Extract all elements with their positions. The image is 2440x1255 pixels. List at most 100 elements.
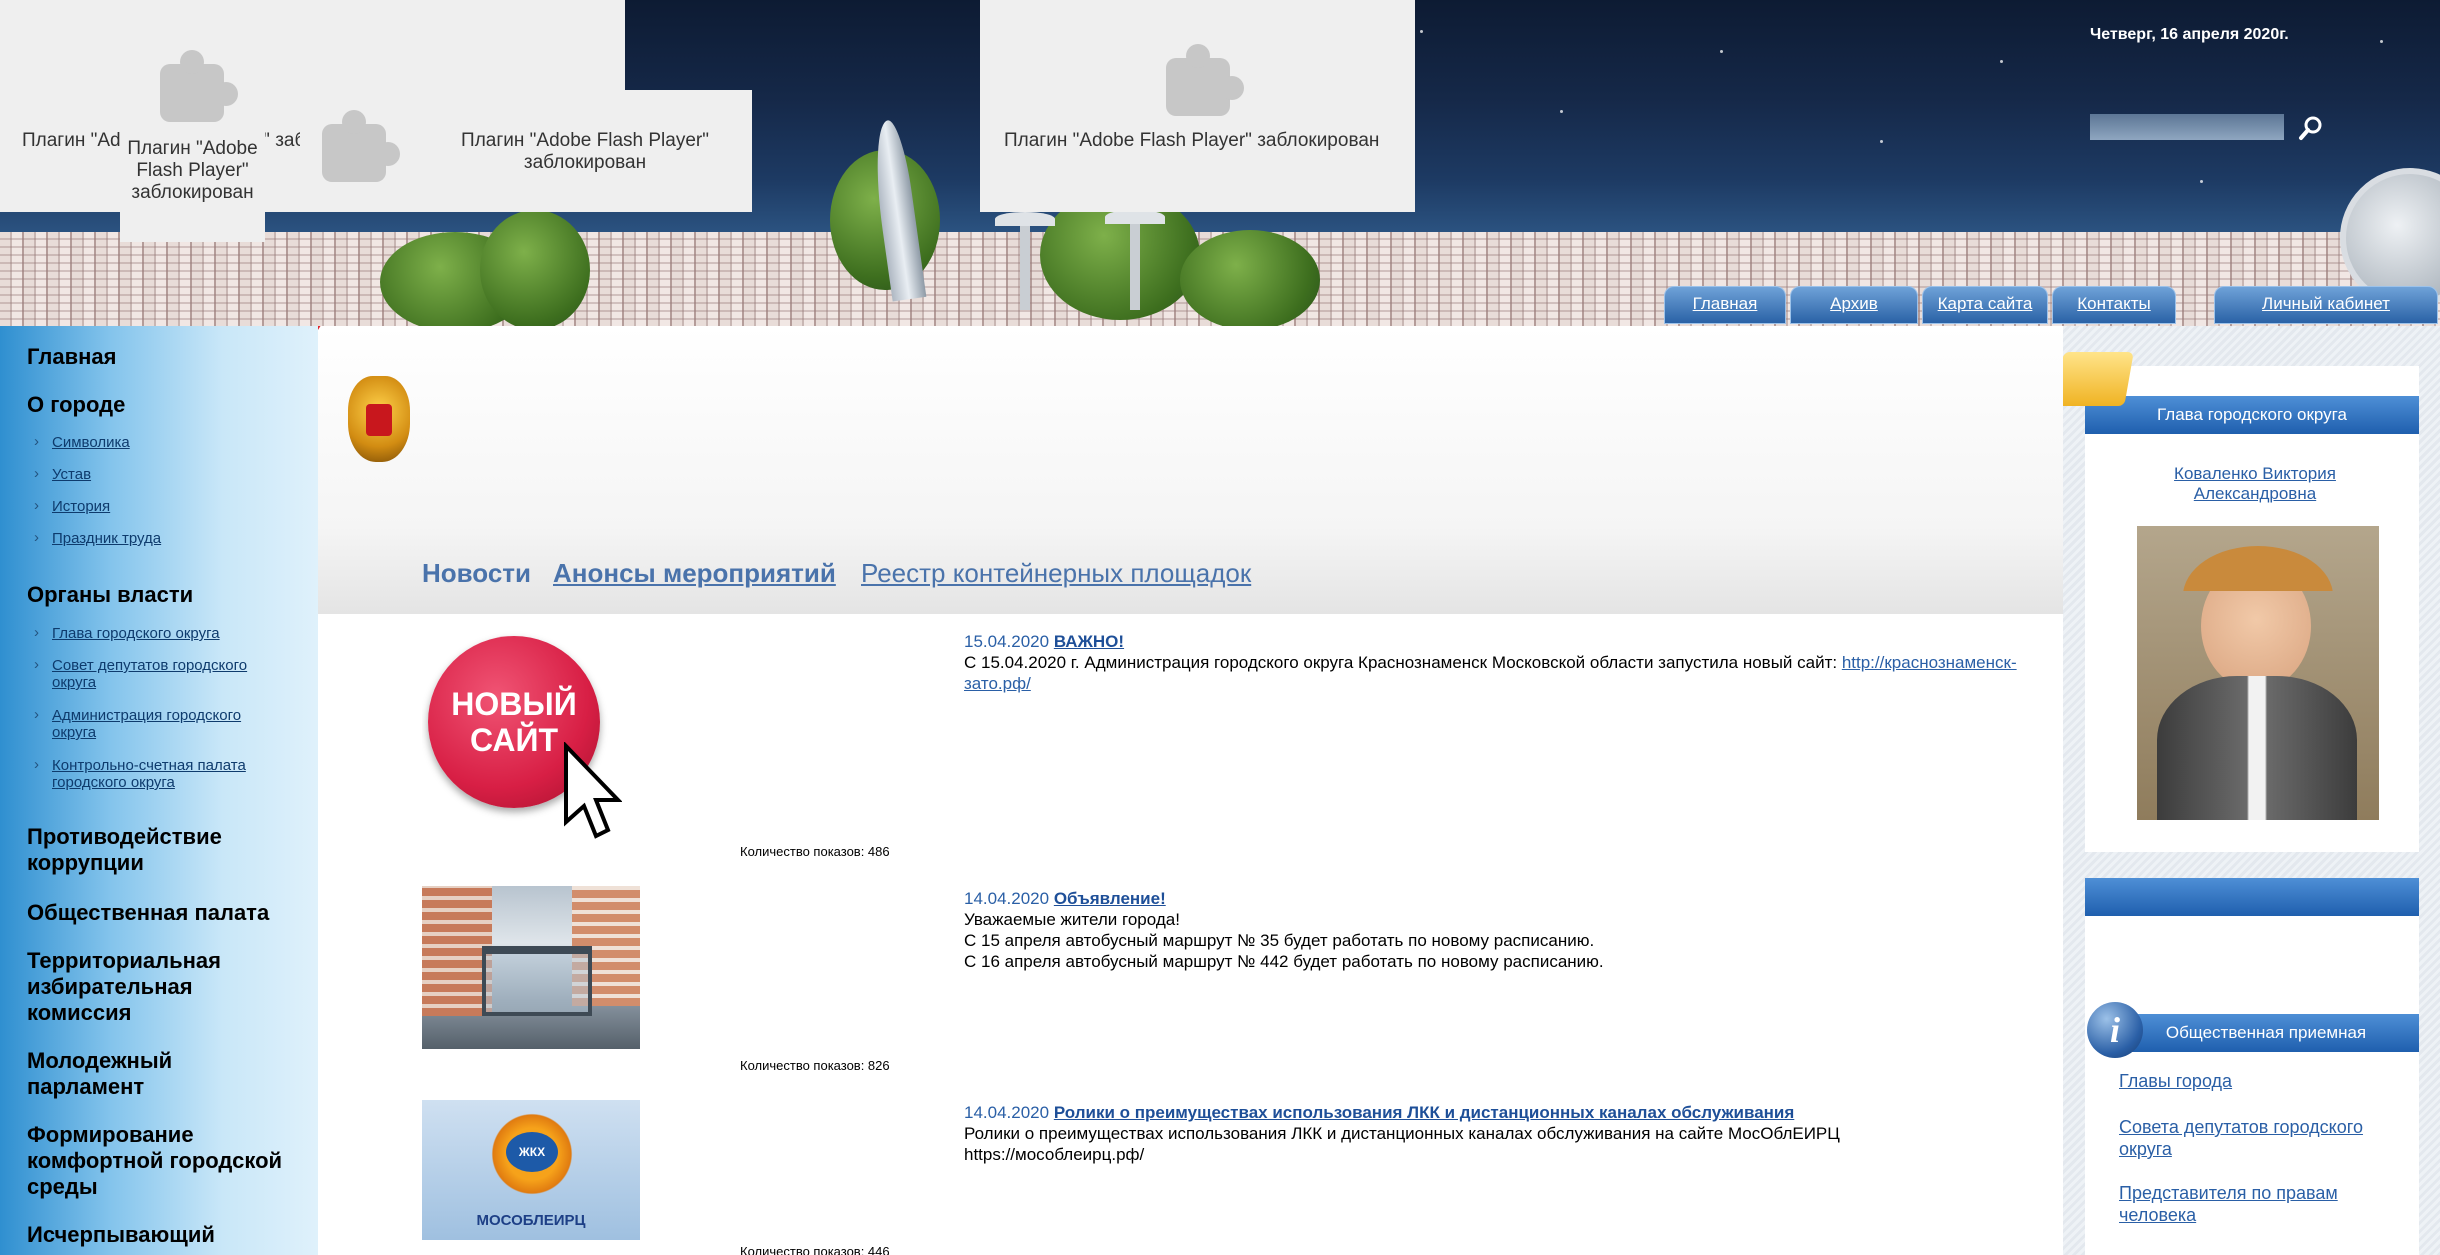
sidebar-item-about[interactable]: О городе [27,392,125,418]
sidebar-subitem-administration[interactable]: Администрация городского округа [52,707,282,741]
chevron-right-icon: › [34,656,39,673]
sidebar-item-home[interactable]: Главная [27,344,116,370]
chevron-right-icon: › [34,465,39,482]
tree [1180,230,1320,326]
sidebar-subitem-charter[interactable]: Устав [52,466,91,483]
chevron-right-icon: › [34,706,39,723]
plugin-label: Плагин "Adobe Flash Player" заблокирован [127,138,258,203]
sidebar-item-anticorruption[interactable]: Противодействие коррупции [27,824,297,876]
site-header: Плагин "Adobe Flash Player" заблокирован… [0,0,2440,326]
reception-link-council[interactable]: Совета депутатов городского округа [2119,1116,2399,1160]
chevron-right-icon: › [34,756,39,773]
sidebar-item-comfortable-environment[interactable]: Формирование комфортной городской среды [27,1122,312,1200]
star [2200,180,2203,183]
tab-news[interactable]: Новости [422,558,531,588]
lamp-head [995,212,1055,226]
search-icon [2299,116,2322,140]
bus-stop-shelter [482,946,592,1016]
reception-link-ombudsman[interactable]: Представителя по правам человека [2119,1182,2399,1226]
lamp-head [1105,210,1165,224]
puzzle-icon [322,110,400,182]
search-input[interactable] [2090,114,2284,140]
lamp-post [1130,218,1140,310]
sidebar-item-exhaustive[interactable]: Исчерпывающий [27,1222,307,1248]
news-item: 15.04.2020 ВАЖНО! С 15.04.2020 г. Админи… [964,631,2044,694]
puzzle-icon [1166,44,1244,116]
nav-tab-contacts[interactable]: Контакты [2052,286,2176,324]
news-title-link[interactable]: Объявление! [1054,889,1166,908]
panel-title: Глава городского округа [2085,396,2419,434]
panel-title: Общественная приемная [2099,1014,2419,1052]
head-portrait[interactable] [2137,526,2379,820]
sidebar-subitem-symbols[interactable]: Символика [52,434,130,451]
sidebar-item-authorities[interactable]: Органы власти [27,582,193,608]
blank-panel-header [2085,878,2419,916]
mosobleirc-logo-text: МОСОБЛЕИРЦ [476,1212,586,1229]
left-sidebar: Главная О городе › Символика › Устав › И… [0,326,318,1255]
flash-plugin-placeholder[interactable]: Плагин "Adobe Flash Player" заблокирован [980,0,1415,212]
head-of-district-panel: Глава городского округа Коваленко Виктор… [2085,366,2419,852]
plugin-label: Плагин "Adobe Flash Player" заблокирован [461,130,709,173]
news-item: 14.04.2020 Объявление! Уважаемые жители … [964,888,2063,972]
news-body: С 15.04.2020 г. Администрация городского… [964,653,1842,672]
star [1880,140,1883,143]
sidebar-subitem-head[interactable]: Глава городского округа [52,625,292,642]
sidebar-subitem-labor-day[interactable]: Праздник труда [52,530,161,547]
nav-tab-archive[interactable]: Архив [1790,286,1918,324]
news-date: 14.04.2020 [964,1103,1050,1122]
star [2000,60,2003,63]
new-site-label-line: НОВЫЙ [451,686,577,722]
main-content: Новости Анонсы мероприятий Реестр контей… [318,326,2063,1255]
search-button[interactable] [2298,114,2326,142]
tab-events[interactable]: Анонсы мероприятий [553,558,836,588]
chevron-right-icon: › [34,497,39,514]
news-body-line: С 16 апреля автобусный маршрут № 442 буд… [964,952,1604,971]
sidebar-subitem-history[interactable]: История [52,498,110,515]
sidebar-subitem-council[interactable]: Совет депутатов городского округа [52,657,282,691]
news-image-bus-stop[interactable] [422,886,640,1049]
current-date: Четверг, 16 апреля 2020г. [2090,26,2289,43]
star [1420,30,1423,33]
housing-badge: ЖКХ [506,1132,558,1172]
right-sidebar: Глава городского округа Коваленко Виктор… [2063,326,2440,1255]
news-body-line: С 15 апреля автобусный маршрут № 35 буде… [964,931,1595,950]
news-body-line: Ролики о преимуществах использования ЛКК… [964,1124,1840,1143]
sidebar-item-election-commission[interactable]: Территориальная избирательная комиссия [27,948,297,1026]
coat-of-arms-icon [348,376,410,462]
reception-link-city-head[interactable]: Главы города [2119,1070,2399,1092]
chevron-right-icon: › [34,624,39,641]
flash-plugin-placeholder[interactable]: Плагин "Adobe Flash Player" заблокирован [120,0,265,242]
sidebar-item-youth-parliament[interactable]: Молодежный парламент [27,1048,267,1100]
plugin-label: Плагин "Adobe Flash Player" заблокирован [1004,130,1380,151]
flash-plugin-placeholder[interactable]: Плагин "Adobe Flash Player" заблокирован [300,90,752,212]
public-reception-panel: Общественная приемная i Главы города Сов… [2085,878,2419,1255]
news-date: 15.04.2020 [964,632,1050,651]
news-date: 14.04.2020 [964,889,1050,908]
news-image-mosobleirc[interactable]: ЖКХ МОСОБЛЕИРЦ [422,1100,640,1240]
sidebar-subitem-audit[interactable]: Контрольно-счетная палата городского окр… [52,757,282,791]
view-count: Количество показов: 826 [740,1058,890,1073]
news-body-line: Уважаемые жители города! [964,910,1180,929]
lamp-post [1020,220,1030,310]
main-banner: Новости Анонсы мероприятий Реестр контей… [318,326,2063,614]
news-title-link[interactable]: Ролики о преимуществах использования ЛКК… [1054,1103,1794,1122]
chevron-right-icon: › [34,433,39,450]
tree [480,210,590,326]
star [1720,50,1723,53]
star [2380,40,2383,43]
head-name-link[interactable]: Коваленко Виктория Александровна [2155,464,2355,504]
news-body-line: https://мособлеирц.рф/ [964,1145,1145,1164]
info-icon: i [2087,1002,2143,1058]
news-image-new-site[interactable]: НОВЫЙ САЙТ [422,630,640,844]
nav-tab-sitemap[interactable]: Карта сайта [1922,286,2048,324]
puzzle-icon [160,50,238,122]
tab-container-registry[interactable]: Реестр контейнерных площадок [861,558,1251,588]
news-item: 14.04.2020 Ролики о преимуществах исполь… [964,1102,2063,1165]
chevron-right-icon: › [34,529,39,546]
nav-tab-account[interactable]: Личный кабинет [2214,286,2438,324]
page: Плагин "Adobe Flash Player" заблокирован… [0,0,2440,1255]
nav-tab-home[interactable]: Главная [1664,286,1786,324]
folder-icon [2063,352,2134,406]
sidebar-item-public-chamber[interactable]: Общественная палата [27,900,307,926]
news-title-link[interactable]: ВАЖНО! [1054,632,1124,651]
